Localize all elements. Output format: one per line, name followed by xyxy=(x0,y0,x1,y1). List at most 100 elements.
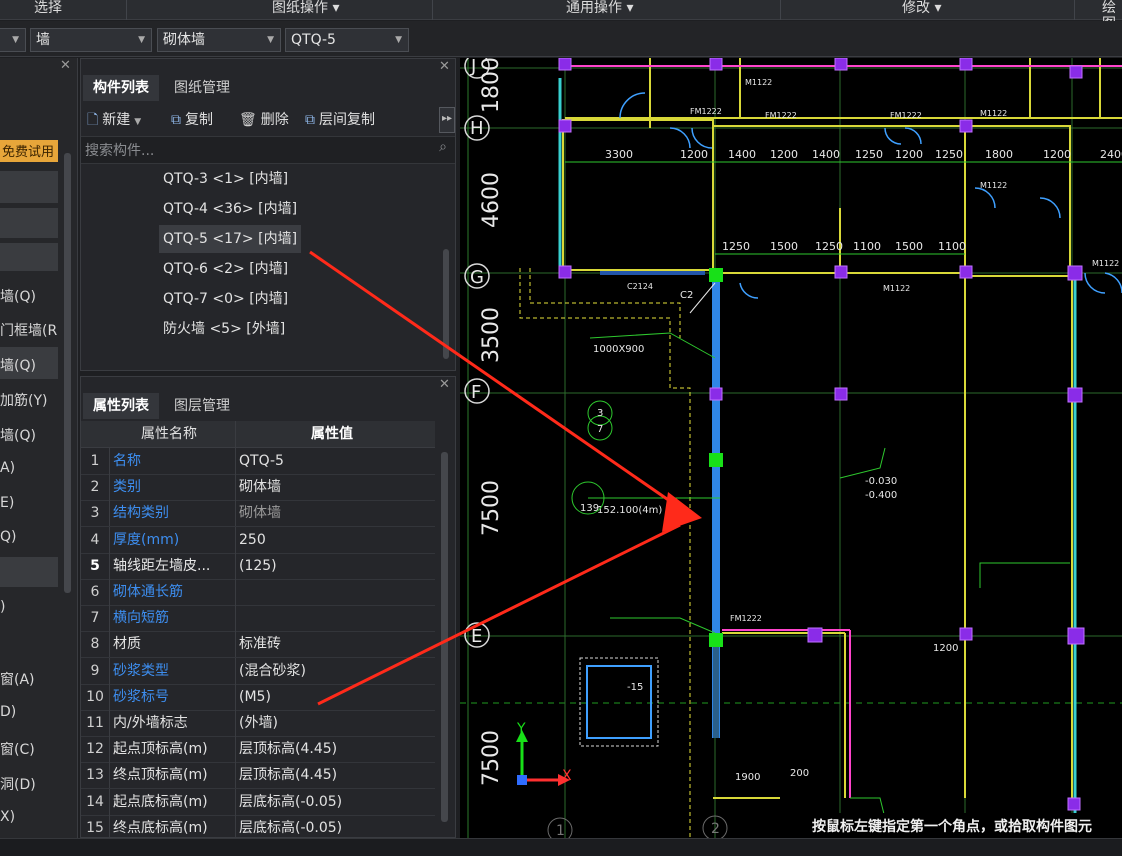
property-row[interactable]: 6 砌体通长筋 xyxy=(81,579,435,606)
floor-combo[interactable]: ▼ xyxy=(0,28,26,52)
nav-item[interactable]: 洞(D) xyxy=(0,774,58,794)
tab-drawing-management[interactable]: 图纸管理 xyxy=(164,75,240,101)
property-row[interactable]: 12 起点顶标高(m) 层顶标高(4.45) xyxy=(81,736,435,764)
close-icon[interactable]: ✕ xyxy=(60,58,71,73)
ribbon-general-ops[interactable]: 通用操作 ▾ xyxy=(566,0,633,20)
trial-badge[interactable]: 免费试用 xyxy=(0,140,58,162)
dim-label: 1500 xyxy=(895,240,923,253)
status-bar xyxy=(0,838,1122,856)
property-row[interactable]: 3 结构类别 砌体墙 xyxy=(81,500,435,528)
property-value[interactable]: QTQ-5 xyxy=(239,448,429,474)
nav-item[interactable]: E) xyxy=(0,495,58,511)
property-value[interactable]: (125) xyxy=(239,553,429,579)
ribbon-draw[interactable]: 绘图 xyxy=(1102,0,1122,32)
ribbon-drawing-ops[interactable]: 图纸操作 ▾ xyxy=(272,0,339,20)
component-item[interactable]: QTQ-3 <1> [内墙] xyxy=(159,165,292,193)
property-value[interactable]: 250 xyxy=(239,527,429,553)
row-number: 4 xyxy=(90,531,100,548)
row-number: 2 xyxy=(90,479,100,496)
delete-button[interactable]: 🗑 删除 xyxy=(239,109,289,131)
category-combo[interactable]: 墙 ▼ xyxy=(30,28,152,52)
property-name: 砂浆标号 xyxy=(113,688,169,705)
nav-item[interactable]: 加筋(Y) xyxy=(0,390,58,410)
property-row[interactable]: 2 类别 砌体墙 xyxy=(81,474,435,502)
component-item[interactable]: QTQ-7 <0> [内墙] xyxy=(159,285,292,313)
new-file-icon: 🗋 xyxy=(87,112,99,128)
component-combo[interactable]: QTQ-5 ▼ xyxy=(285,28,409,52)
nav-group-box[interactable] xyxy=(0,557,58,587)
nav-item[interactable]: 墙(Q) xyxy=(0,286,58,306)
property-value[interactable]: 层顶标高(4.45) xyxy=(239,762,429,788)
type-combo[interactable]: 砌体墙 ▼ xyxy=(157,28,281,52)
property-value[interactable]: 层顶标高(4.45) xyxy=(239,736,429,762)
copy-button[interactable]: ⧉ 复制 xyxy=(171,109,213,131)
component-item[interactable]: QTQ-6 <2> [内墙] xyxy=(159,255,292,283)
nav-item[interactable]: 门框墙(RF xyxy=(0,320,58,340)
nav-group-box[interactable] xyxy=(0,171,58,203)
property-row[interactable]: 9 砂浆类型 (混合砂浆) xyxy=(81,657,435,685)
door-label: M1122 xyxy=(980,181,1007,190)
property-row[interactable]: 7 横向短筋 xyxy=(81,605,435,633)
nav-item[interactable]: A) xyxy=(0,460,58,476)
property-row[interactable]: 11 内/外墙标志 (外墙) xyxy=(81,710,435,737)
close-icon[interactable]: ✕ xyxy=(439,59,450,74)
axis-label: G xyxy=(470,267,484,288)
row-number: 13 xyxy=(86,767,104,784)
cad-drawing[interactable]: J H G F E 1800 4600 3500 7500 7500 3300 … xyxy=(460,58,1122,838)
nav-item[interactable]: Q) xyxy=(0,529,58,545)
tab-layer-management[interactable]: 图层管理 xyxy=(164,393,240,419)
property-value[interactable]: (外墙) xyxy=(239,710,429,736)
row-number: 11 xyxy=(86,715,104,731)
component-item-selected[interactable]: QTQ-5 <17> [内墙] xyxy=(159,225,302,253)
nav-item[interactable]: 窗(A) xyxy=(0,669,58,689)
new-button[interactable]: 🗋 新建 ▼ xyxy=(87,109,141,131)
nav-item[interactable]: ) xyxy=(0,599,58,615)
property-value[interactable]: 砌体墙 xyxy=(239,500,429,526)
tab-property-list[interactable]: 属性列表 xyxy=(83,393,159,419)
nav-group-box[interactable] xyxy=(0,243,58,271)
property-row[interactable]: 8 材质 标准砖 xyxy=(81,631,435,659)
property-value[interactable]: 层底标高(-0.05) xyxy=(239,815,429,841)
nav-item[interactable]: D) xyxy=(0,704,58,720)
property-row[interactable]: 5 轴线距左墙皮... (125) xyxy=(81,552,435,580)
property-row[interactable]: 1 名称 QTQ-5 xyxy=(81,448,435,475)
property-row[interactable]: 10 砂浆标号 (M5) xyxy=(81,683,435,711)
dim-label: 1250 xyxy=(935,148,963,161)
nav-group-box[interactable] xyxy=(0,208,58,238)
component-scrollbar[interactable] xyxy=(443,249,449,359)
dim-label: 1250 xyxy=(815,240,843,253)
close-icon[interactable]: ✕ xyxy=(439,377,450,392)
property-row[interactable]: 13 终点顶标高(m) 层顶标高(4.45) xyxy=(81,762,435,790)
ribbon-modify[interactable]: 修改 ▾ xyxy=(902,0,941,20)
search-bar[interactable]: 搜索构件... ⌕ xyxy=(81,136,455,164)
property-row[interactable]: 14 起点底标高(m) 层底标高(-0.05) xyxy=(81,788,435,816)
left-scrollbar[interactable] xyxy=(64,153,71,593)
property-value[interactable]: 砌体墙 xyxy=(239,474,429,500)
nav-item[interactable]: 窗(C) xyxy=(0,739,58,759)
cad-canvas[interactable]: J H G F E 1800 4600 3500 7500 7500 3300 … xyxy=(460,58,1122,838)
property-row[interactable]: 4 厚度(mm) 250 xyxy=(81,526,435,554)
ribbon-select[interactable]: 选择 xyxy=(34,0,62,20)
search-icon[interactable]: ⌕ xyxy=(439,139,447,155)
property-value[interactable]: 层底标高(-0.05) xyxy=(239,789,429,815)
property-value[interactable]: 标准砖 xyxy=(239,631,429,657)
nav-item[interactable]: 墙(Q) xyxy=(0,355,58,375)
floor-copy-icon: ⧉ xyxy=(305,112,315,128)
component-item[interactable]: 防火墙 <5> [外墙] xyxy=(159,315,289,343)
search-input[interactable]: 搜索构件... xyxy=(85,140,154,160)
floor-copy-button[interactable]: ⧉ 层间复制 xyxy=(305,109,375,131)
dim-label: 2400 xyxy=(1100,148,1122,161)
property-name: 结构类别 xyxy=(113,505,169,522)
property-scrollbar[interactable] xyxy=(441,452,448,822)
nav-item[interactable]: X) xyxy=(0,809,58,825)
property-name: 轴线距左墙皮... xyxy=(113,557,211,574)
component-combo-value: QTQ-5 xyxy=(291,32,336,48)
property-name: 内/外墙标志 xyxy=(113,715,188,731)
property-value[interactable]: (M5) xyxy=(239,684,429,710)
dim-label: C2 xyxy=(680,290,693,301)
nav-item[interactable]: 墙(Q) xyxy=(0,425,58,445)
property-value[interactable]: (混合砂浆) xyxy=(239,658,429,684)
more-tools-button[interactable]: ▸▸ xyxy=(439,107,455,133)
tab-component-list[interactable]: 构件列表 xyxy=(83,75,159,101)
component-item[interactable]: QTQ-4 <36> [内墙] xyxy=(159,195,301,223)
